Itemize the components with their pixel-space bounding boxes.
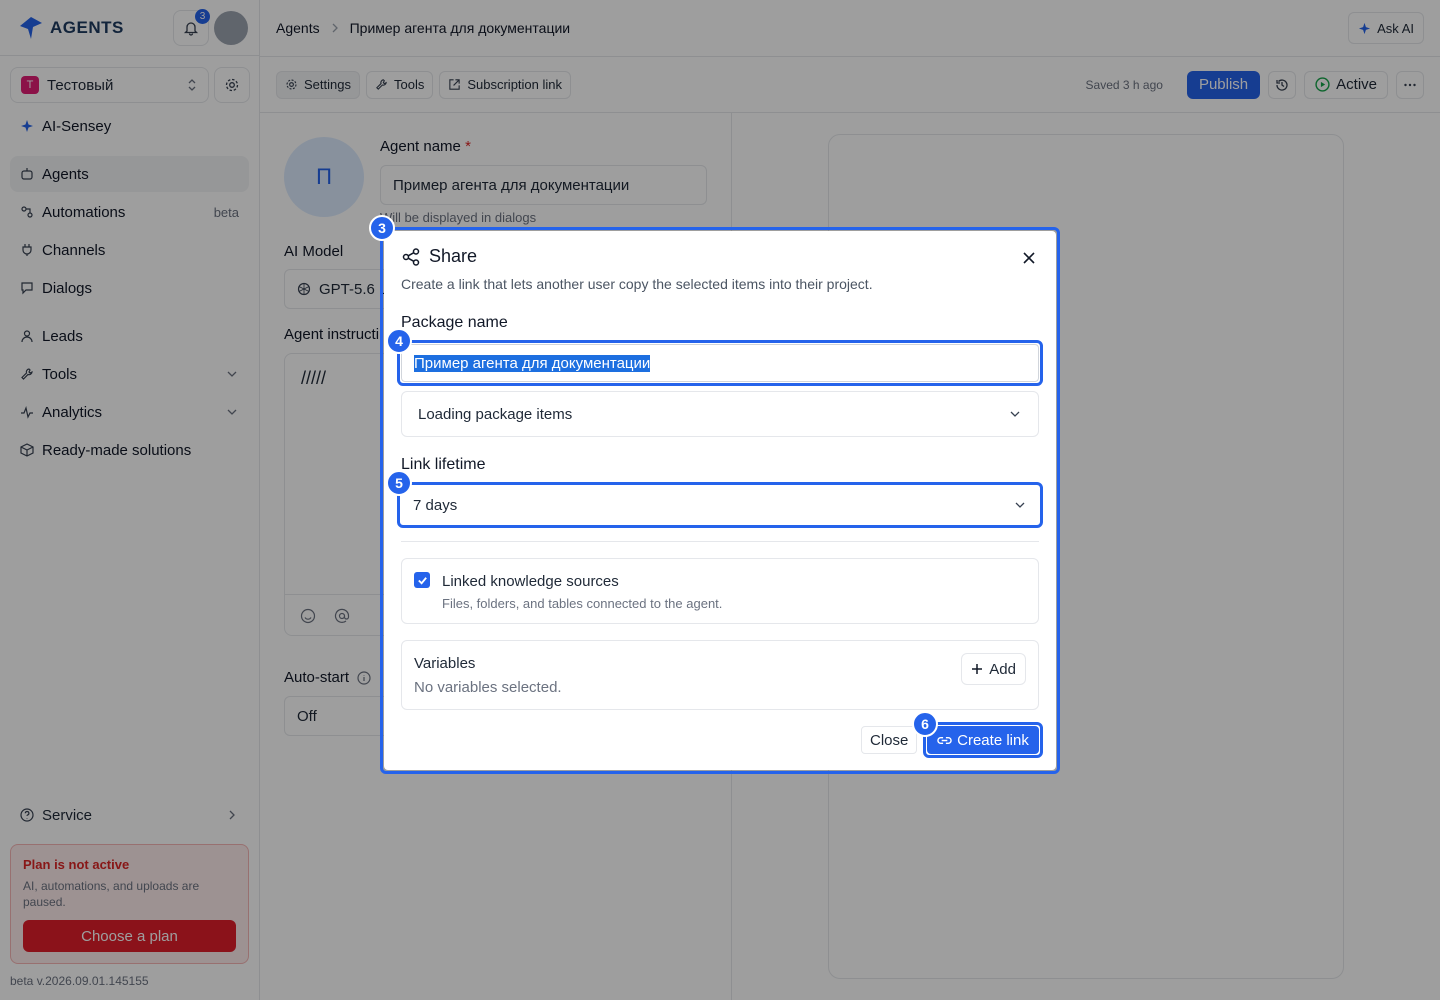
marker-badge: 5 — [386, 470, 412, 496]
variables-title: Variables — [414, 655, 476, 672]
chevron-down-icon — [1010, 411, 1020, 417]
divider — [401, 541, 1039, 542]
marker-badge: 6 — [912, 711, 938, 737]
create-link-button[interactable]: Create link — [927, 726, 1039, 754]
dialog-title: Share — [401, 246, 477, 267]
link-lifetime-select[interactable]: 7 days — [401, 486, 1039, 524]
knowledge-sources-description: Files, folders, and tables connected to … — [442, 596, 723, 611]
dialog-description: Create a link that lets another user cop… — [401, 276, 873, 292]
check-icon — [417, 576, 427, 585]
link-lifetime-value: 7 days — [413, 496, 458, 514]
share-icon — [402, 247, 420, 266]
dialog-close-button[interactable] — [1020, 249, 1038, 267]
plus-icon — [972, 664, 983, 674]
package-name-input[interactable]: Пример агента для документации — [401, 344, 1039, 382]
add-variable-label: Add — [989, 660, 1016, 678]
package-name-label: Package name — [401, 314, 508, 331]
share-dialog: Share Create a link that lets another us… — [384, 231, 1056, 770]
knowledge-sources-title: Linked knowledge sources — [442, 573, 619, 590]
package-items-label: Loading package items — [418, 405, 573, 423]
marker-badge: 4 — [386, 328, 412, 354]
package-name-value: Пример агента для документации — [414, 354, 651, 372]
close-icon — [1023, 252, 1035, 264]
dialog-title-text: Share — [429, 246, 478, 266]
package-items-dropdown[interactable]: Loading package items — [401, 391, 1039, 437]
link-lifetime-label: Link lifetime — [401, 456, 486, 473]
chevron-down-icon — [1015, 502, 1025, 508]
create-link-label: Create link — [957, 731, 1029, 749]
knowledge-sources-option: Linked knowledge sources Files, folders,… — [401, 558, 1039, 624]
add-variable-button[interactable]: Add — [961, 653, 1026, 685]
variables-section: Variables No variables selected. Add — [401, 640, 1039, 710]
close-button[interactable]: Close — [861, 726, 918, 754]
knowledge-sources-checkbox[interactable] — [414, 572, 430, 588]
marker-badge: 3 — [369, 215, 395, 241]
link-icon — [937, 736, 952, 744]
variables-description: No variables selected. — [414, 679, 562, 696]
